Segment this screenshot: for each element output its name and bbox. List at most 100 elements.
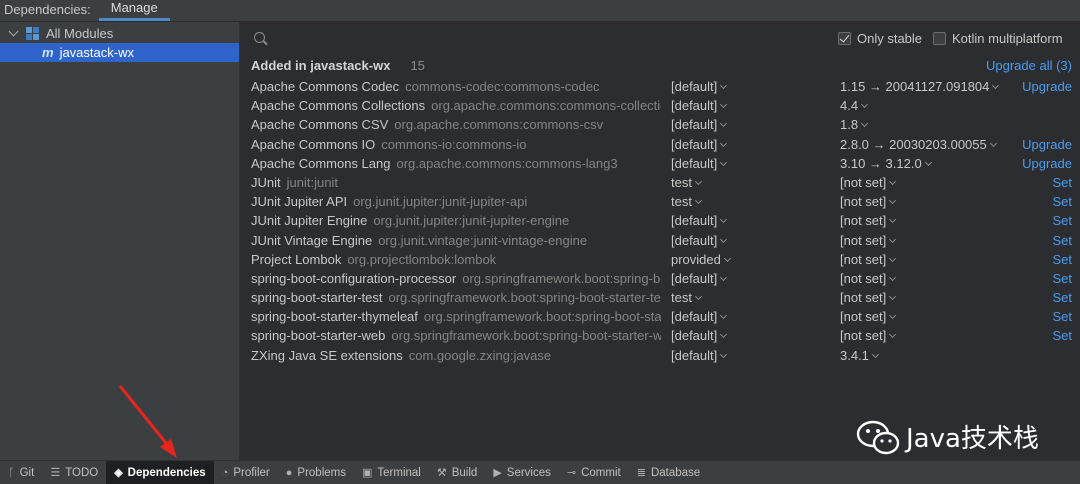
dependency-row[interactable]: Apache Commons CSV org.apache.commons:com… [241,115,1080,134]
dependency-row[interactable]: Apache Commons Codec commons-codec:common… [241,77,1080,96]
dependency-name: spring-boot-starter-thymeleaf [251,309,418,325]
dependency-row[interactable]: spring-boot-starter-thymeleaf org.springf… [241,307,1080,326]
upgrade-link[interactable]: Upgrade [1022,79,1072,94]
set-link[interactable]: Set [1052,328,1072,343]
version-dropdown[interactable]: [not set] [840,270,897,286]
tab-manage[interactable]: Manage [98,0,170,21]
dependency-coordinates: org.springframework.boot:spring-boot-sta… [388,290,662,306]
scope-dropdown[interactable]: [default] [671,309,728,325]
tree-item-all-modules[interactable]: All Modules [0,24,239,43]
scope-dropdown[interactable]: [default] [671,98,728,113]
tree-item-label: javastack-wx [59,45,134,60]
tool-window-database[interactable]: ≣ Database [629,461,708,484]
dependency-coordinates: org.springframework.boot:spring-boot-con… [462,270,661,286]
set-link[interactable]: Set [1052,175,1072,190]
set-link[interactable]: Set [1052,252,1072,267]
tool-window-label: Problems [297,466,346,479]
version-value: [not set] [840,251,887,267]
scope-dropdown[interactable]: test [671,175,703,190]
version-dropdown[interactable]: 3.4.1 [840,348,879,363]
chevron-down-icon[interactable] [8,28,20,40]
upgrade-all-link[interactable]: Upgrade all (3) [986,58,1072,73]
dependency-row[interactable]: Project Lombok org.projectlombok:lombok pr… [241,250,1080,269]
version-dropdown[interactable]: [not set] [840,194,897,209]
upgrade-link[interactable]: Upgrade [1022,137,1072,152]
tool-window-label: TODO [65,466,99,479]
version-dropdown[interactable]: 1.8 [840,117,869,132]
set-link[interactable]: Set [1052,233,1072,248]
dependency-row[interactable]: spring-boot-starter-web org.springframewo… [241,326,1080,345]
tool-window-terminal[interactable]: ▣ Terminal [354,461,429,484]
tool-window-label: Build [451,466,478,479]
set-link[interactable]: Set [1052,271,1072,286]
group-header: Added in javastack-wx 15 Upgrade all (3) [241,55,1080,76]
scope-dropdown[interactable]: [default] [671,233,728,248]
version-value: 1.15 → 20041127.091804 [840,79,990,94]
dependency-row[interactable]: JUnit Jupiter API org.junit.jupiter:junit… [241,192,1080,211]
checkbox-checked-icon[interactable] [838,32,851,45]
search-icon[interactable] [254,32,265,43]
version-dropdown[interactable]: [not set] [840,213,897,228]
dependency-row[interactable]: JUnit junit:junit test [not set] Set [241,173,1080,192]
tool-window-git[interactable]: ᚴ Git [0,461,42,484]
dependency-coordinates: commons-codec:commons-codec [405,79,600,94]
scope-dropdown[interactable]: [default] [671,348,728,363]
tool-window-todo[interactable]: ☰ TODO [42,461,106,484]
set-link[interactable]: Set [1052,309,1072,324]
version-dropdown[interactable]: [not set] [840,175,897,190]
dependency-row[interactable]: Apache Commons Collections org.apache.com… [241,96,1080,115]
set-link[interactable]: Set [1052,194,1072,209]
scope-dropdown[interactable]: provided [671,252,731,267]
scope-value: [default] [671,155,718,171]
tool-window-problems[interactable]: ● Problems [278,461,354,484]
version-value: [not set] [840,270,887,286]
dependency-row[interactable]: Apache Commons IO commons-io:commons-io [d… [241,135,1080,154]
scope-dropdown[interactable]: [default] [671,213,728,228]
scope-dropdown[interactable]: [default] [671,79,728,94]
scope-value: [default] [671,309,718,325]
dependencies-label: Dependencies: [4,2,91,17]
version-value: 4.4 [840,98,859,114]
chevron-down-icon [889,331,897,339]
dependency-row[interactable]: JUnit Jupiter Engine org.junit.jupiter:ju… [241,211,1080,230]
checkbox-unchecked-icon[interactable] [933,32,946,45]
tool-window-profiler[interactable]: ◔ Profiler [214,461,278,484]
scope-dropdown[interactable]: test [671,194,703,209]
version-dropdown[interactable]: [not set] [840,328,897,343]
tree-item-javastack-wx[interactable]: m javastack-wx [0,43,239,62]
tool-window-commit[interactable]: ⊸ Commit [559,461,629,484]
version-dropdown[interactable]: [not set] [840,290,897,305]
set-link[interactable]: Set [1052,213,1072,228]
tool-window-build[interactable]: ⚒ Build [429,461,485,484]
version-dropdown[interactable]: [not set] [840,233,897,248]
chevron-down-icon [889,235,897,243]
scope-dropdown[interactable]: [default] [671,328,728,343]
dependency-row[interactable]: JUnit Vintage Engine org.junit.vintage:ju… [241,231,1080,250]
chevron-down-icon [694,293,703,301]
dependency-row[interactable]: spring-boot-starter-test org.springframew… [241,288,1080,307]
dependency-row[interactable]: Apache Commons Lang org.apache.commons:co… [241,154,1080,173]
version-dropdown[interactable]: [not set] [840,309,897,324]
version-dropdown[interactable]: 4.4 [840,98,869,114]
upgrade-link[interactable]: Upgrade [1022,156,1072,171]
version-dropdown[interactable]: 1.15 → 20041127.091804 [840,79,1000,94]
scope-dropdown[interactable]: [default] [671,137,728,152]
chevron-down-icon [694,197,703,205]
version-dropdown[interactable]: [not set] [840,251,897,267]
scope-dropdown[interactable]: [default] [671,271,728,286]
dependency-row[interactable]: ZXing Java SE extensions com.google.zxing… [241,346,1080,365]
tool-window-services[interactable]: ▶ Services [485,461,559,484]
only-stable-checkbox[interactable]: Only stable [838,31,922,46]
scope-dropdown[interactable]: [default] [671,117,728,132]
dependency-coordinates: org.junit.vintage:junit-vintage-engine [378,232,588,248]
scope-dropdown[interactable]: [default] [671,155,728,171]
set-link[interactable]: Set [1052,290,1072,305]
dependency-name-cell: ZXing Java SE extensions com.google.zxing… [251,348,661,363]
scope-dropdown[interactable]: test [671,290,703,305]
kotlin-multiplatform-checkbox[interactable]: Kotlin multiplatform [933,31,1063,46]
dependency-name: spring-boot-starter-web [251,328,386,344]
dependency-row[interactable]: spring-boot-configuration-processor org.s… [241,269,1080,288]
version-dropdown[interactable]: 2.8.0 → 20030203.00055 [840,137,997,152]
version-dropdown[interactable]: 3.10 → 3.12.0 [840,156,932,171]
tool-window-dependencies[interactable]: ◈ Dependencies [106,460,214,484]
